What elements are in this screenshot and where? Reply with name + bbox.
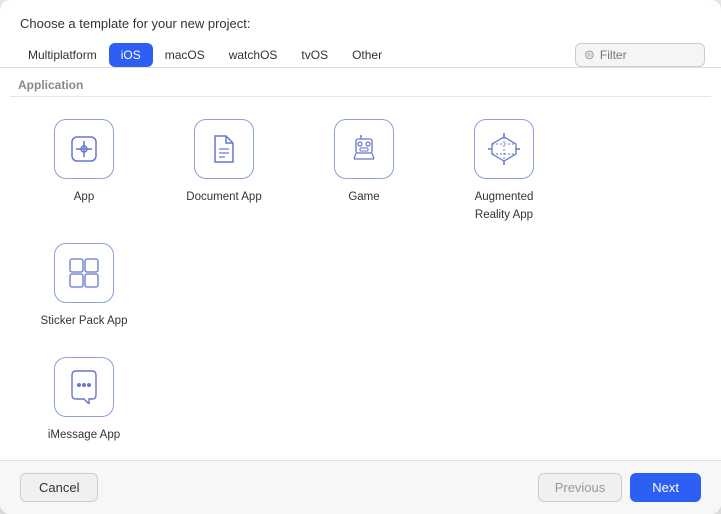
template-document-app[interactable]: Document App (154, 109, 294, 233)
dialog-header: Choose a template for your new project: (0, 0, 721, 39)
document-app-label-box: Document App (186, 187, 261, 205)
app-icon (68, 133, 100, 165)
tab-other[interactable]: Other (340, 43, 394, 67)
sticker-pack-label-box: Sticker Pack App (41, 311, 128, 329)
filter-input[interactable] (600, 48, 690, 62)
game-icon-box (334, 119, 394, 179)
imessage-app-icon (67, 370, 101, 404)
header-title: Choose a template for your new project: (20, 16, 251, 31)
next-button[interactable]: Next (630, 473, 701, 502)
sticker-pack-icon (66, 255, 102, 291)
tabs-bar: Multiplatform iOS macOS watchOS tvOS Oth… (0, 39, 721, 68)
app-label: App (74, 191, 94, 203)
tab-multiplatform[interactable]: Multiplatform (16, 43, 109, 67)
document-app-label: Document App (186, 191, 261, 203)
section-application-label: Application (10, 68, 711, 97)
imessage-app-label-box: iMessage App (48, 425, 120, 443)
ar-app-label: AugmentedReality App (475, 191, 534, 221)
application-grid-row2: iMessage App (10, 347, 711, 460)
tab-tvos[interactable]: tvOS (289, 43, 340, 67)
cancel-button[interactable]: Cancel (20, 473, 98, 502)
template-game[interactable]: Game (294, 109, 434, 233)
application-grid: App Document Ap (10, 101, 711, 347)
section-application: Application App (10, 68, 711, 460)
imessage-app-label: iMessage App (48, 429, 120, 441)
document-app-icon (208, 132, 240, 166)
template-imessage-app[interactable]: iMessage App (14, 347, 154, 453)
template-ar-app[interactable]: AugmentedReality App (434, 109, 574, 233)
game-label-box: Game (348, 187, 379, 205)
filter-icon: ⊜ (584, 47, 595, 63)
sticker-pack-icon-box (54, 243, 114, 303)
game-icon (346, 131, 382, 167)
document-app-icon-box (194, 119, 254, 179)
tab-macos[interactable]: macOS (153, 43, 217, 67)
app-label-box: App (74, 187, 94, 205)
app-icon-box (54, 119, 114, 179)
content-area: Application App (0, 68, 721, 460)
previous-button[interactable]: Previous (538, 473, 623, 502)
footer: Cancel Previous Next (0, 460, 721, 514)
filter-box: ⊜ (575, 43, 705, 67)
template-app[interactable]: App (14, 109, 154, 233)
dialog: Choose a template for your new project: … (0, 0, 721, 514)
template-sticker-pack[interactable]: Sticker Pack App (14, 233, 154, 339)
ar-app-label-box: AugmentedReality App (475, 187, 534, 223)
ar-app-icon (486, 131, 522, 167)
tab-ios[interactable]: iOS (109, 43, 153, 67)
sticker-pack-label: Sticker Pack App (41, 315, 128, 327)
ar-app-icon-box (474, 119, 534, 179)
tab-watchos[interactable]: watchOS (217, 43, 290, 67)
game-label: Game (348, 191, 379, 203)
imessage-app-icon-box (54, 357, 114, 417)
